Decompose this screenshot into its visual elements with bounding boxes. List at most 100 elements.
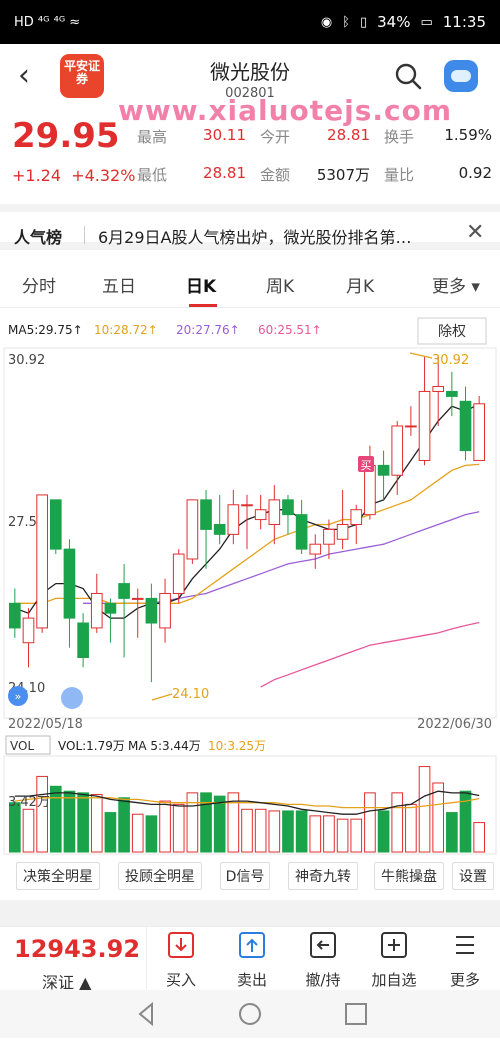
candle-body xyxy=(432,386,445,392)
volume-bar xyxy=(473,822,485,853)
high-tag-leader xyxy=(409,352,433,359)
d-signal-button[interactable]: D信号 xyxy=(220,862,270,890)
search-icon[interactable] xyxy=(394,62,422,90)
volume-bar xyxy=(77,792,89,853)
ma20-legend: 20:27.76↑ xyxy=(176,323,240,337)
kline-svg[interactable]: MA5:29.75↑ 10:28.72↑ 20:27.76↑ 60:25.51↑… xyxy=(0,308,500,858)
volume-bar xyxy=(90,794,103,853)
withdraw-icon xyxy=(290,931,356,959)
tab-weekly-k[interactable]: 周K xyxy=(266,272,294,297)
candle-body xyxy=(336,523,349,540)
buy-icon xyxy=(148,931,214,959)
fq-button[interactable]: 除权 xyxy=(438,324,466,340)
volume-bar xyxy=(118,797,130,853)
add-watchlist-button[interactable]: 加自选 xyxy=(361,931,427,990)
buy-signal-label: 买 xyxy=(361,459,372,472)
status-bar: HD ⁴ᴳ ⁴ᴳ ≈ ◉ ᛒ ▯ 34% ▭ 11:35 xyxy=(0,0,500,44)
tab-monthly-k[interactable]: 月K xyxy=(346,272,374,297)
tab-more-label: 更多 xyxy=(432,277,466,297)
volume-bar xyxy=(336,818,349,853)
stock-name: 微光股份 xyxy=(210,60,290,84)
open-value: 28.81 xyxy=(327,126,370,144)
buy-button[interactable]: 买入 xyxy=(148,931,214,990)
sell-button[interactable]: 卖出 xyxy=(219,931,285,990)
volume-bar xyxy=(159,800,171,853)
tab-more[interactable]: 更多 ▾ xyxy=(432,272,480,297)
change-percent: +4.32% xyxy=(71,166,136,185)
nav-home-icon[interactable] xyxy=(239,1003,261,1025)
tab-five-day[interactable]: 五日 xyxy=(102,272,136,297)
zoom-icon[interactable] xyxy=(61,687,83,709)
last-price: 29.95 xyxy=(12,116,120,156)
price-change: +1.24 +4.32% xyxy=(12,166,135,185)
news-text[interactable]: 6月29日A股人气榜出炉，微光股份排名第… xyxy=(98,224,460,248)
candle-body xyxy=(459,400,472,452)
vol-y-label: 3.42万 xyxy=(8,795,50,810)
quote-panel: 29.95 +1.24 +4.32% 最高 30.11 今开 28.81 换手 … xyxy=(0,110,500,196)
candle-body xyxy=(9,602,21,629)
y-axis-top: 30.92 xyxy=(8,353,45,368)
low-label: 最低 xyxy=(137,166,168,184)
active-tab-indicator xyxy=(189,304,217,307)
vol-button[interactable]: VOL xyxy=(10,739,34,753)
candle-body xyxy=(350,509,363,525)
add-watchlist-label: 加自选 xyxy=(371,971,417,989)
close-icon[interactable]: ✕ xyxy=(466,220,484,245)
sell-label: 卖出 xyxy=(236,971,267,989)
withdraw-button[interactable]: 撤/持 xyxy=(290,931,356,990)
magic-nine-button[interactable]: 神奇九转 xyxy=(288,862,358,890)
candle-body xyxy=(282,499,294,516)
candle-body xyxy=(405,425,417,428)
nav-recents-icon[interactable] xyxy=(345,1003,367,1025)
more-button[interactable]: 更多 xyxy=(432,931,498,990)
candle-body xyxy=(227,504,240,535)
candle-body xyxy=(473,403,485,461)
kline-chart[interactable]: MA5:29.75↑ 10:28.72↑ 20:27.76↑ 60:25.51↑… xyxy=(0,308,500,858)
low-value: 28.81 xyxy=(203,164,246,182)
bull-bear-button[interactable]: 牛熊操盘 xyxy=(374,862,444,890)
period-tabs: 分时 五日 日K 周K 月K 更多 ▾ xyxy=(0,258,500,308)
volume-bar xyxy=(268,810,281,853)
news-ticker[interactable]: 人气榜 6月29日A股人气榜出炉，微光股份排名第… ✕ xyxy=(0,204,500,250)
candle-body xyxy=(323,528,335,545)
volume-bar xyxy=(145,815,158,853)
decision-star-button[interactable]: 决策全明星 xyxy=(16,862,100,890)
index-value[interactable]: 12943.92 xyxy=(14,935,140,963)
candle-body xyxy=(172,553,185,594)
assistant-robot-icon[interactable] xyxy=(444,60,478,92)
volume-bar xyxy=(36,775,48,853)
nav-back-icon[interactable] xyxy=(138,1001,153,1027)
amount-label: 金额 xyxy=(260,166,291,184)
volume-bar xyxy=(309,815,322,853)
volume-bar xyxy=(131,813,144,853)
vol-ma10-legend: 10:3.25万 xyxy=(208,739,266,753)
volume-bar xyxy=(323,815,335,853)
high-tag: 30.92 xyxy=(432,353,469,368)
volume-bar xyxy=(446,812,458,853)
add-watchlist-icon xyxy=(361,931,427,959)
volume-ratio-label: 量比 xyxy=(384,166,415,184)
ma60-legend: 60:25.51↑ xyxy=(258,323,322,337)
advisor-star-button[interactable]: 投顾全明星 xyxy=(118,862,202,890)
candle-body xyxy=(309,543,322,555)
battery-icon: ▭ xyxy=(420,14,433,30)
volume-bar xyxy=(418,766,431,853)
battery-percent: 34% xyxy=(377,13,411,31)
bottom-action-bar: 12943.92 深证 ▲ 买入 卖出 撤/持 加自选 更多 xyxy=(0,926,500,992)
ma20-line xyxy=(83,511,480,604)
candle-body xyxy=(49,499,62,550)
amount-value: 5307万 xyxy=(316,166,370,184)
candle-body xyxy=(418,390,431,461)
volume-bar xyxy=(213,795,226,853)
vibrate-icon: ▯ xyxy=(359,14,368,30)
ma60-line xyxy=(260,621,480,688)
tab-intraday[interactable]: 分时 xyxy=(22,272,56,297)
candle-body xyxy=(295,514,308,550)
turnover-label: 换手 xyxy=(384,128,415,146)
withdraw-label: 撤/持 xyxy=(305,971,341,989)
menu-icon xyxy=(432,931,498,959)
volume-bar xyxy=(49,785,62,853)
tab-daily-k[interactable]: 日K xyxy=(186,272,216,297)
candle-body xyxy=(186,499,199,560)
settings-button[interactable]: 设置 xyxy=(452,862,494,890)
